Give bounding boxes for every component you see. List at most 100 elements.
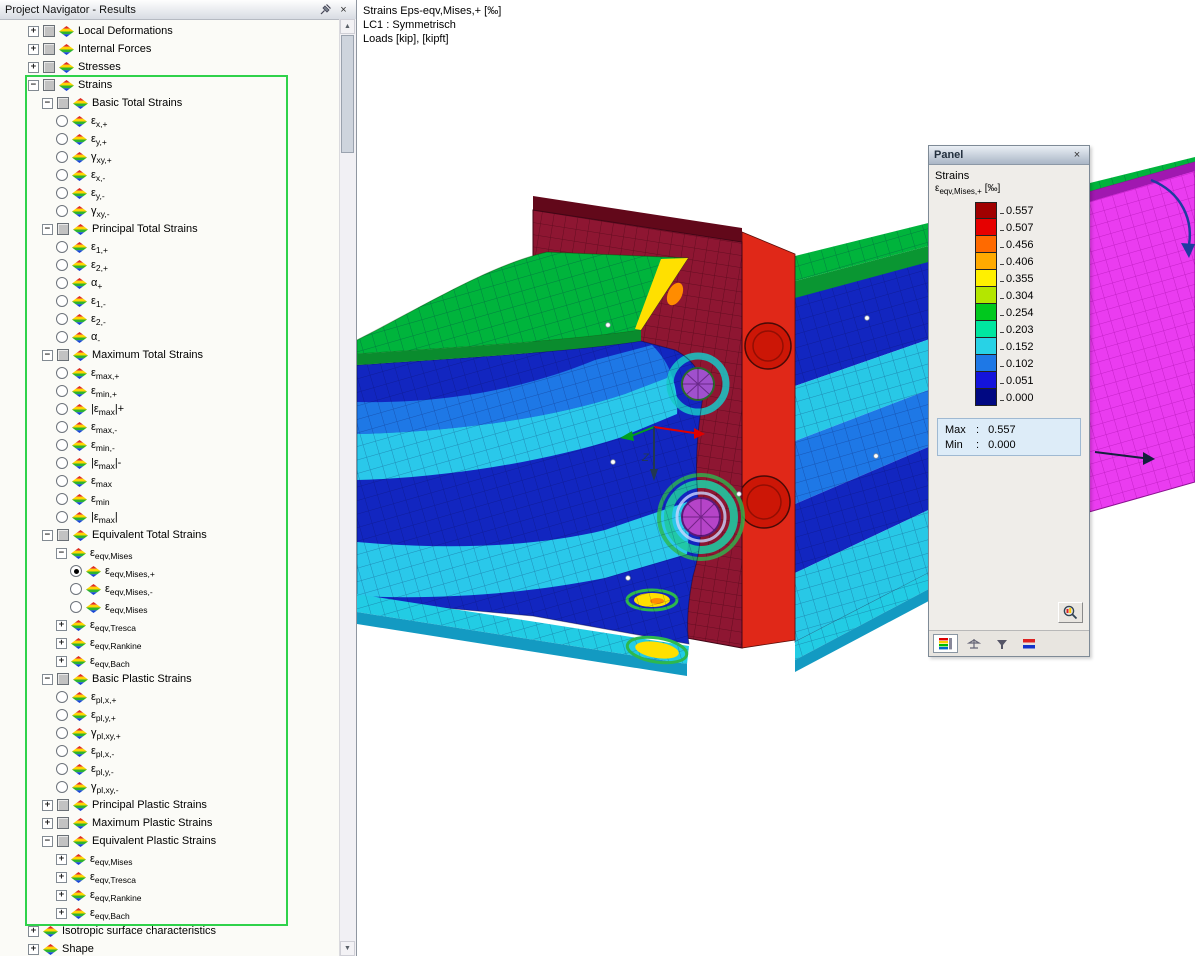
tree-checkbox[interactable] — [43, 61, 55, 73]
tree-radio[interactable] — [56, 493, 68, 505]
tree-item[interactable]: εpl,x,- — [0, 742, 340, 760]
tree-item[interactable]: ε2,+ — [0, 256, 340, 274]
tree-item[interactable]: εy,+ — [0, 130, 340, 148]
tree-item[interactable]: +εeqv,Mises — [0, 850, 340, 868]
tree-radio[interactable] — [56, 367, 68, 379]
navigator-titlebar[interactable]: Project Navigator - Results × — [0, 0, 356, 20]
tree-item[interactable]: −Equivalent Total Strains — [0, 526, 340, 544]
tree-checkbox[interactable] — [57, 673, 69, 685]
tree-expander-icon[interactable]: − — [42, 674, 53, 685]
tree-radio[interactable] — [56, 259, 68, 271]
tree-checkbox[interactable] — [57, 529, 69, 541]
tree-item[interactable]: γpl,xy,- — [0, 778, 340, 796]
tree-radio[interactable] — [56, 439, 68, 451]
tree-item[interactable]: +εeqv,Rankine — [0, 886, 340, 904]
tree-expander-icon[interactable]: + — [56, 908, 67, 919]
tree-radio[interactable] — [56, 133, 68, 145]
tree-expander-icon[interactable]: − — [42, 98, 53, 109]
tree-item[interactable]: εpl,y,+ — [0, 706, 340, 724]
tree-radio[interactable] — [56, 331, 68, 343]
tree-item[interactable]: +εeqv,Tresca — [0, 616, 340, 634]
tree-expander-icon[interactable]: − — [28, 80, 39, 91]
tree-item[interactable]: |εmax|+ — [0, 400, 340, 418]
tree-item[interactable]: +Stresses — [0, 58, 340, 76]
tree-checkbox[interactable] — [43, 79, 55, 91]
panel-close-icon[interactable]: × — [1070, 149, 1084, 161]
tree-expander-icon[interactable]: + — [28, 26, 39, 37]
tree-expander-icon[interactable]: + — [56, 854, 67, 865]
tree-expander-icon[interactable]: + — [56, 872, 67, 883]
tree-radio[interactable] — [70, 583, 82, 595]
tree-radio[interactable] — [56, 151, 68, 163]
panel-tab-filter[interactable] — [989, 634, 1014, 653]
tree-item[interactable]: −εeqv,Mises — [0, 544, 340, 562]
tree-item[interactable]: εy,- — [0, 184, 340, 202]
tree-checkbox[interactable] — [57, 97, 69, 109]
scrollbar-thumb[interactable] — [341, 35, 354, 153]
tree-item[interactable]: +Principal Plastic Strains — [0, 796, 340, 814]
tree-checkbox[interactable] — [57, 799, 69, 811]
panel-tab-deformation-scale[interactable] — [1017, 634, 1042, 653]
tree-item[interactable]: −Basic Total Strains — [0, 94, 340, 112]
tree-radio[interactable] — [56, 511, 68, 523]
viewport-3d[interactable]: Strains Eps-eqv,Mises,+ [‰] LC1 : Symmet… — [357, 0, 1195, 956]
tree-item[interactable]: εeqv,Mises — [0, 598, 340, 616]
tree-item[interactable]: εmax,- — [0, 418, 340, 436]
pin-icon[interactable] — [318, 2, 333, 17]
tree-radio[interactable] — [56, 169, 68, 181]
tree-item[interactable]: εpl,x,+ — [0, 688, 340, 706]
tree-radio[interactable] — [56, 709, 68, 721]
tree-item[interactable]: α- — [0, 328, 340, 346]
tree-expander-icon[interactable]: + — [28, 62, 39, 73]
tree-item[interactable]: εpl,y,- — [0, 760, 340, 778]
tree-radio[interactable] — [56, 745, 68, 757]
tree-item[interactable]: εmin — [0, 490, 340, 508]
tree-item[interactable]: γpl,xy,+ — [0, 724, 340, 742]
tree-radio[interactable] — [56, 277, 68, 289]
tree-item[interactable]: +Maximum Plastic Strains — [0, 814, 340, 832]
tree-expander-icon[interactable]: + — [56, 656, 67, 667]
tree-item[interactable]: −Basic Plastic Strains — [0, 670, 340, 688]
tree-checkbox[interactable] — [43, 43, 55, 55]
tree-item[interactable]: εx,+ — [0, 112, 340, 130]
panel-zoom-button[interactable] — [1058, 602, 1083, 623]
tree-checkbox[interactable] — [57, 835, 69, 847]
tree-radio[interactable] — [70, 601, 82, 613]
navigator-close-icon[interactable]: × — [336, 2, 351, 17]
tree-item[interactable]: −Principal Total Strains — [0, 220, 340, 238]
panel-tab-color-scale[interactable] — [933, 634, 958, 653]
tree-radio[interactable] — [56, 385, 68, 397]
tree-expander-icon[interactable]: − — [42, 836, 53, 847]
tree-item[interactable]: −Maximum Total Strains — [0, 346, 340, 364]
tree-expander-icon[interactable]: + — [28, 944, 39, 955]
tree-item[interactable]: +Local Deformations — [0, 22, 340, 40]
tree-radio[interactable] — [56, 763, 68, 775]
tree-item[interactable]: εmax — [0, 472, 340, 490]
tree-item[interactable]: εmin,+ — [0, 382, 340, 400]
tree-item[interactable]: |εmax| — [0, 508, 340, 526]
tree-item[interactable]: γxy,+ — [0, 148, 340, 166]
tree-radio[interactable] — [56, 691, 68, 703]
tree-radio[interactable] — [70, 565, 82, 577]
tree-radio[interactable] — [56, 475, 68, 487]
tree-item[interactable]: +εeqv,Rankine — [0, 634, 340, 652]
tree-radio[interactable] — [56, 403, 68, 415]
panel-titlebar[interactable]: Panel × — [929, 146, 1089, 165]
tree-checkbox[interactable] — [57, 349, 69, 361]
tree-radio[interactable] — [56, 115, 68, 127]
tree-expander-icon[interactable]: + — [56, 890, 67, 901]
tree-radio[interactable] — [56, 295, 68, 307]
tree-expander-icon[interactable]: + — [56, 620, 67, 631]
tree-radio[interactable] — [56, 241, 68, 253]
tree-item[interactable]: +Shape — [0, 940, 340, 956]
tree-item[interactable]: α+ — [0, 274, 340, 292]
tree-item[interactable]: εeqv,Mises,+ — [0, 562, 340, 580]
tree-radio[interactable] — [56, 313, 68, 325]
tree-item[interactable]: γxy,- — [0, 202, 340, 220]
tree-radio[interactable] — [56, 781, 68, 793]
tree-item[interactable]: +Internal Forces — [0, 40, 340, 58]
tree-radio[interactable] — [56, 187, 68, 199]
tree-expander-icon[interactable]: + — [56, 638, 67, 649]
tree-expander-icon[interactable]: + — [28, 44, 39, 55]
tree-expander-icon[interactable]: − — [42, 350, 53, 361]
